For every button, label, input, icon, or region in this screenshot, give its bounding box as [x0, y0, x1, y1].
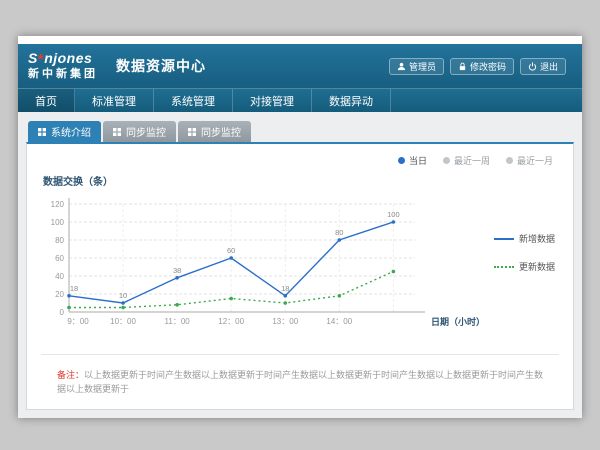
logout-button[interactable]: 退出 [520, 58, 566, 75]
svg-text:18: 18 [281, 284, 289, 293]
filter-last-month[interactable]: 最近一月 [506, 154, 553, 167]
desktop-background: S*njones 新中新集团 数据资源中心 管理员 修改密码 退出 [0, 0, 600, 450]
chart-range-filters: 当日 最近一周 最近一月 [27, 144, 573, 167]
note-text: 以上数据更新于时间产生数据以上数据更新于时间产生数据以上数据更新于时间产生数据以… [57, 370, 543, 394]
svg-text:10：00: 10：00 [110, 317, 136, 326]
filter-label: 最近一月 [517, 154, 553, 167]
brand-star-icon: * [38, 51, 44, 68]
page-top-strip [18, 36, 582, 44]
svg-text:0: 0 [60, 308, 65, 317]
page-title: 数据资源中心 [116, 56, 206, 76]
svg-text:12：00: 12：00 [218, 317, 244, 326]
dashed-line-swatch-icon [494, 266, 514, 268]
brand-logo[interactable]: S*njones 新中新集团 [28, 51, 98, 80]
svg-text:60: 60 [227, 246, 235, 255]
grid-icon [113, 128, 121, 136]
grid-icon [188, 128, 196, 136]
nav-item-data-changes[interactable]: 数据异动 [312, 89, 391, 112]
svg-text:20: 20 [55, 290, 64, 299]
legend-label: 新增数据 [519, 232, 555, 245]
svg-text:100: 100 [51, 218, 65, 227]
svg-text:80: 80 [335, 228, 343, 237]
app-window: S*njones 新中新集团 数据资源中心 管理员 修改密码 退出 [18, 36, 582, 418]
svg-text:11：00: 11：00 [165, 317, 191, 326]
svg-text:100: 100 [387, 210, 400, 219]
y-axis-title: 数据交换（条） [43, 173, 573, 188]
change-password-button[interactable]: 修改密码 [450, 58, 514, 75]
radio-dot-icon [443, 157, 450, 164]
svg-text:18: 18 [70, 284, 78, 293]
app-header: S*njones 新中新集团 数据资源中心 管理员 修改密码 退出 [18, 44, 582, 88]
logout-label: 退出 [540, 60, 558, 73]
legend-item-new-data[interactable]: 新增数据 [494, 232, 555, 245]
tab-sync-monitor-1[interactable]: 同步监控 [103, 121, 176, 142]
power-icon [528, 62, 537, 71]
filter-last-week[interactable]: 最近一周 [443, 154, 490, 167]
svg-text:14：00: 14：00 [326, 317, 352, 326]
svg-text:9：00: 9：00 [67, 317, 89, 326]
tab-system-intro[interactable]: 系统介绍 [28, 121, 101, 142]
brand-company-name: 新中新集团 [28, 69, 98, 81]
svg-text:10: 10 [119, 291, 127, 300]
admin-user-button[interactable]: 管理员 [389, 58, 444, 75]
svg-text:80: 80 [55, 236, 64, 245]
lock-icon [458, 62, 467, 71]
tab-label: 同步监控 [201, 124, 241, 139]
svg-text:120: 120 [51, 200, 65, 209]
svg-text:13：00: 13：00 [272, 317, 298, 326]
footer-note: 备注：以上数据更新于时间产生数据以上数据更新于时间产生数据以上数据更新于时间产生… [27, 355, 573, 396]
main-nav: 首页 标准管理 系统管理 对接管理 数据异动 [18, 88, 582, 112]
series-legend: 新增数据 更新数据 [494, 232, 555, 342]
brand-wordmark: S*njones [28, 51, 98, 67]
nav-item-standard-mgmt[interactable]: 标准管理 [75, 89, 154, 112]
radio-dot-icon [506, 157, 513, 164]
svg-text:40: 40 [55, 272, 64, 281]
radio-dot-icon [398, 157, 405, 164]
change-password-label: 修改密码 [470, 60, 506, 73]
tab-sync-monitor-2[interactable]: 同步监控 [178, 121, 251, 142]
nav-item-home[interactable]: 首页 [18, 89, 75, 112]
tab-label: 系统介绍 [51, 124, 91, 139]
content-area: 系统介绍 同步监控 同步监控 当日 最近一周 最近一月 数据交换（条） [18, 112, 582, 418]
nav-item-system-mgmt[interactable]: 系统管理 [154, 89, 233, 112]
tab-label: 同步监控 [126, 124, 166, 139]
svg-text:60: 60 [55, 254, 64, 263]
chart-panel: 当日 最近一周 最近一月 数据交换（条） 0 20 40 60 80 100 120 9：00… [26, 142, 574, 410]
admin-user-label: 管理员 [409, 60, 436, 73]
tab-bar: 系统介绍 同步监控 同步监控 [26, 121, 574, 142]
filter-label: 当日 [409, 154, 427, 167]
svg-text:38: 38 [173, 266, 181, 275]
header-actions: 管理员 修改密码 退出 [389, 58, 566, 75]
nav-item-connection-mgmt[interactable]: 对接管理 [233, 89, 312, 112]
note-label: 备注： [57, 370, 84, 380]
user-icon [397, 62, 406, 71]
filter-label: 最近一周 [454, 154, 490, 167]
filter-today[interactable]: 当日 [398, 154, 427, 167]
line-chart: 0 20 40 60 80 100 120 9：00 10：00 11：00 12：00 13：00 1… [35, 190, 490, 342]
legend-item-updated-data[interactable]: 更新数据 [494, 260, 555, 273]
grid-icon [38, 128, 46, 136]
chart-row: 0 20 40 60 80 100 120 9：00 10：00 11：00 12：00 13：00 1… [27, 190, 573, 342]
legend-label: 更新数据 [519, 260, 555, 273]
svg-text:日期（小时）: 日期（小时） [431, 316, 485, 327]
solid-line-swatch-icon [494, 238, 514, 240]
